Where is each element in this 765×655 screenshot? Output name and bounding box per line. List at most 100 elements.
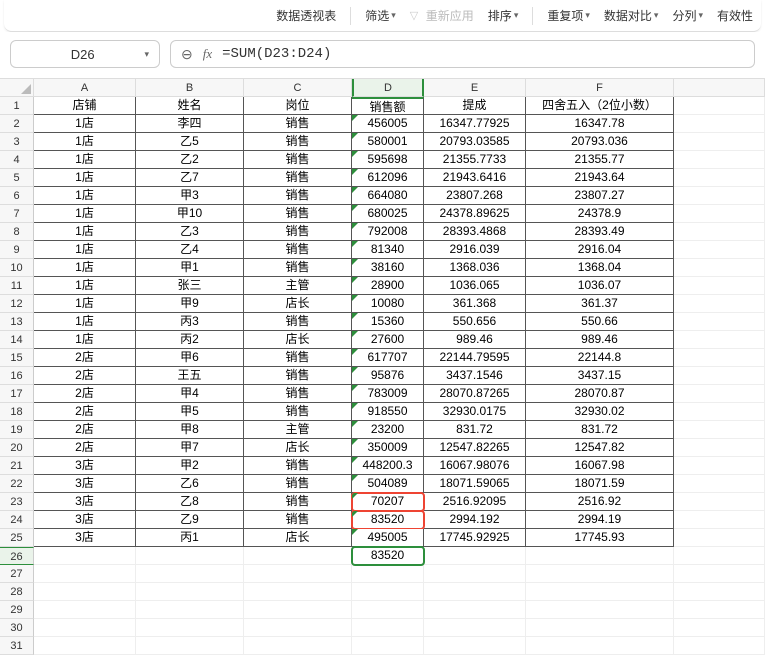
empty-cell[interactable] xyxy=(674,187,765,205)
column-header[interactable] xyxy=(674,79,765,97)
data-cell[interactable]: 21943.6416 xyxy=(424,169,526,187)
row-header[interactable]: 7 xyxy=(0,205,34,223)
empty-cell[interactable] xyxy=(674,367,765,385)
header-cell[interactable]: 姓名 xyxy=(136,97,244,115)
data-cell[interactable]: 21355.7733 xyxy=(424,151,526,169)
data-cell[interactable]: 甲8 xyxy=(136,421,244,439)
duplicates-button[interactable]: 重复项▾ xyxy=(547,7,590,24)
empty-cell[interactable] xyxy=(34,565,136,583)
data-cell[interactable]: 2店 xyxy=(34,439,136,457)
data-cell[interactable]: 主管 xyxy=(244,421,352,439)
column-header[interactable]: A xyxy=(34,79,136,97)
empty-cell[interactable] xyxy=(674,637,765,655)
data-cell[interactable]: 1店 xyxy=(34,205,136,223)
data-cell[interactable]: 甲5 xyxy=(136,403,244,421)
data-cell[interactable]: 1店 xyxy=(34,277,136,295)
data-cell[interactable]: 销售 xyxy=(244,457,352,475)
data-cell[interactable]: 783009 xyxy=(352,385,424,403)
empty-cell[interactable] xyxy=(674,583,765,601)
empty-cell[interactable] xyxy=(674,565,765,583)
data-cell[interactable]: 1店 xyxy=(34,241,136,259)
empty-cell[interactable] xyxy=(352,565,424,583)
data-cell[interactable]: 504089 xyxy=(352,475,424,493)
data-cell[interactable]: 李四 xyxy=(136,115,244,133)
empty-cell[interactable] xyxy=(424,601,526,619)
empty-cell[interactable] xyxy=(244,637,352,655)
data-cell[interactable]: 1368.036 xyxy=(424,259,526,277)
data-cell[interactable]: 销售 xyxy=(244,187,352,205)
data-cell[interactable]: 1店 xyxy=(34,187,136,205)
data-cell[interactable]: 乙2 xyxy=(136,151,244,169)
data-cell[interactable]: 28393.4868 xyxy=(424,223,526,241)
data-cell[interactable]: 361.368 xyxy=(424,295,526,313)
data-cell[interactable]: 销售 xyxy=(244,169,352,187)
data-cell[interactable]: 12547.82 xyxy=(526,439,674,457)
empty-cell[interactable] xyxy=(34,637,136,655)
data-cell[interactable]: 1店 xyxy=(34,313,136,331)
empty-cell[interactable] xyxy=(352,637,424,655)
empty-cell[interactable] xyxy=(244,619,352,637)
column-header[interactable]: F xyxy=(526,79,674,97)
empty-cell[interactable] xyxy=(526,601,674,619)
data-cell[interactable]: 乙8 xyxy=(136,493,244,511)
data-cell[interactable]: 3437.1546 xyxy=(424,367,526,385)
empty-cell[interactable] xyxy=(674,115,765,133)
empty-cell[interactable] xyxy=(674,601,765,619)
empty-cell[interactable] xyxy=(136,637,244,655)
empty-cell[interactable] xyxy=(136,619,244,637)
row-header[interactable]: 9 xyxy=(0,241,34,259)
column-header-active[interactable]: D xyxy=(352,79,424,97)
formula-input[interactable]: =SUM(D23:D24) xyxy=(222,46,331,62)
data-cell[interactable]: 2516.92095 xyxy=(424,493,526,511)
data-cell[interactable]: 680025 xyxy=(352,205,424,223)
data-cell[interactable]: 2店 xyxy=(34,367,136,385)
data-cell[interactable]: 20793.036 xyxy=(526,133,674,151)
data-cell[interactable]: 1店 xyxy=(34,259,136,277)
compare-button[interactable]: 数据对比▾ xyxy=(604,7,659,24)
data-cell[interactable]: 95876 xyxy=(352,367,424,385)
row-header[interactable]: 18 xyxy=(0,403,34,421)
data-cell[interactable]: 销售 xyxy=(244,205,352,223)
data-cell[interactable]: 28900 xyxy=(352,277,424,295)
data-cell[interactable]: 22144.8 xyxy=(526,349,674,367)
data-cell[interactable]: 1店 xyxy=(34,151,136,169)
row-header[interactable]: 30 xyxy=(0,619,34,637)
data-cell[interactable]: 乙4 xyxy=(136,241,244,259)
data-cell[interactable]: 17745.92925 xyxy=(424,529,526,547)
data-cell[interactable]: 361.37 xyxy=(526,295,674,313)
data-cell[interactable]: 456005 xyxy=(352,115,424,133)
data-cell[interactable]: 664080 xyxy=(352,187,424,205)
data-cell[interactable]: 495005 xyxy=(352,529,424,547)
data-cell[interactable]: 831.72 xyxy=(424,421,526,439)
data-cell[interactable]: 81340 xyxy=(352,241,424,259)
data-cell[interactable]: 32930.0175 xyxy=(424,403,526,421)
data-cell[interactable]: 销售 xyxy=(244,223,352,241)
data-cell[interactable]: 2516.92 xyxy=(526,493,674,511)
data-cell[interactable]: 店长 xyxy=(244,295,352,313)
empty-cell[interactable] xyxy=(674,133,765,151)
data-cell[interactable]: 张三 xyxy=(136,277,244,295)
sort-button[interactable]: 排序▾ xyxy=(488,7,519,24)
empty-cell[interactable] xyxy=(674,313,765,331)
empty-cell[interactable] xyxy=(674,439,765,457)
row-header[interactable]: 11 xyxy=(0,277,34,295)
data-cell[interactable]: 10080 xyxy=(352,295,424,313)
data-cell[interactable]: 销售 xyxy=(244,349,352,367)
data-cell[interactable]: 3店 xyxy=(34,493,136,511)
empty-cell[interactable] xyxy=(674,457,765,475)
data-cell[interactable]: 乙9 xyxy=(136,511,244,529)
column-header[interactable]: B xyxy=(136,79,244,97)
column-header[interactable]: E xyxy=(424,79,526,97)
data-cell[interactable]: 2994.19 xyxy=(526,511,674,529)
row-header[interactable]: 31 xyxy=(0,637,34,655)
data-cell[interactable]: 3437.15 xyxy=(526,367,674,385)
empty-cell[interactable] xyxy=(526,547,674,565)
column-header[interactable]: C xyxy=(244,79,352,97)
empty-cell[interactable] xyxy=(674,529,765,547)
data-cell[interactable]: 乙6 xyxy=(136,475,244,493)
data-cell[interactable]: 21943.64 xyxy=(526,169,674,187)
empty-cell[interactable] xyxy=(352,619,424,637)
empty-cell[interactable] xyxy=(674,493,765,511)
data-cell[interactable]: 销售 xyxy=(244,493,352,511)
empty-cell[interactable] xyxy=(674,151,765,169)
